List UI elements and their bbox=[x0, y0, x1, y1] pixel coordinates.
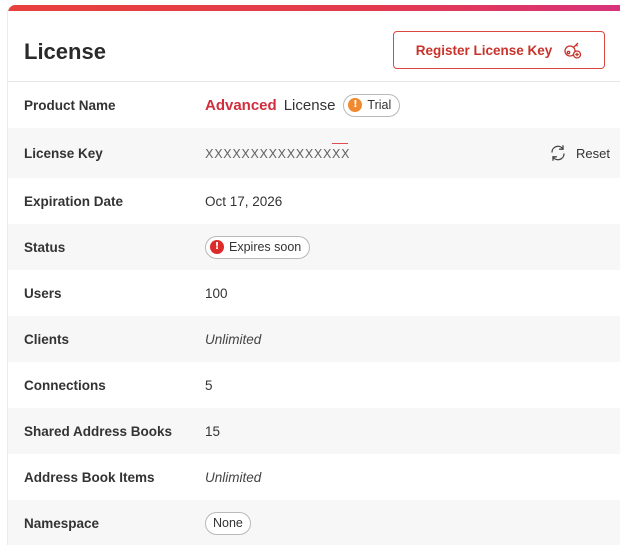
status-value: ! Expires soon bbox=[205, 235, 311, 259]
row-clients: Clients Unlimited bbox=[8, 316, 620, 362]
license-key-label: License Key bbox=[24, 145, 103, 161]
namespace-value: None bbox=[205, 511, 251, 535]
refresh-icon bbox=[551, 145, 565, 161]
row-users: Users 100 bbox=[8, 270, 620, 316]
status-badge-label: Expires soon bbox=[229, 240, 302, 254]
edition-name: Advanced bbox=[205, 96, 277, 114]
row-license-key: License Key XXXXXXXXXXXXXXXX Reset bbox=[8, 128, 620, 178]
license-key-text: XXXXXXXXXXXXXXXX bbox=[205, 142, 351, 161]
exclamation-icon: ! bbox=[348, 98, 363, 112]
card-header: License Register License Key bbox=[8, 11, 620, 82]
row-address-book-items: Address Book Items Unlimited bbox=[8, 454, 620, 500]
product-name-label: Product Name bbox=[24, 97, 116, 113]
register-license-key-button[interactable]: Register License Key bbox=[393, 31, 605, 69]
reset-button[interactable]: Reset bbox=[548, 143, 610, 163]
row-connections: Connections 5 bbox=[8, 362, 620, 408]
namespace-label: Namespace bbox=[24, 515, 100, 531]
trial-badge: ! Trial bbox=[343, 93, 401, 117]
address-book-items-value: Unlimited bbox=[205, 469, 262, 485]
shared-address-books-label: Shared Address Books bbox=[24, 423, 173, 439]
status-badge: ! Expires soon bbox=[205, 235, 311, 259]
row-status: Status ! Expires soon bbox=[8, 224, 620, 270]
connections-value: 5 bbox=[205, 377, 213, 393]
license-details: Product Name Advanced License ! Trial Li… bbox=[8, 82, 620, 545]
key-mark bbox=[332, 142, 349, 144]
exclamation-icon: ! bbox=[210, 240, 224, 254]
clients-label: Clients bbox=[24, 331, 70, 347]
page-title: License bbox=[24, 39, 106, 64]
status-label: Status bbox=[24, 239, 66, 255]
row-product-name: Product Name Advanced License ! Trial bbox=[8, 82, 620, 128]
register-button-label: Register License Key bbox=[415, 42, 553, 58]
license-card: License Register License Key Product Nam… bbox=[7, 5, 620, 545]
namespace-badge: None bbox=[205, 511, 251, 535]
trial-badge-label: Trial bbox=[367, 98, 392, 112]
key-add-icon bbox=[564, 42, 582, 59]
expiration-date-label: Expiration Date bbox=[24, 193, 124, 209]
row-expiration-date: Expiration Date Oct 17, 2026 bbox=[8, 178, 620, 224]
shared-address-books-value: 15 bbox=[205, 423, 221, 439]
license-key-masked: XXXXXXXXXXXXXXXX bbox=[205, 145, 351, 161]
users-value: 100 bbox=[205, 285, 228, 301]
address-book-items-label: Address Book Items bbox=[24, 469, 155, 485]
users-label: Users bbox=[24, 285, 62, 301]
row-namespace: Namespace None bbox=[8, 500, 620, 545]
row-shared-address-books: Shared Address Books 15 bbox=[8, 408, 620, 454]
reset-label: Reset bbox=[576, 145, 610, 161]
edition-suffix: License bbox=[283, 96, 336, 114]
license-key-value: XXXXXXXXXXXXXXXX bbox=[205, 142, 351, 161]
expiration-date-value: Oct 17, 2026 bbox=[205, 193, 283, 209]
product-name-value: Advanced License ! Trial bbox=[205, 93, 401, 117]
clients-value: Unlimited bbox=[205, 331, 262, 347]
connections-label: Connections bbox=[24, 377, 106, 393]
